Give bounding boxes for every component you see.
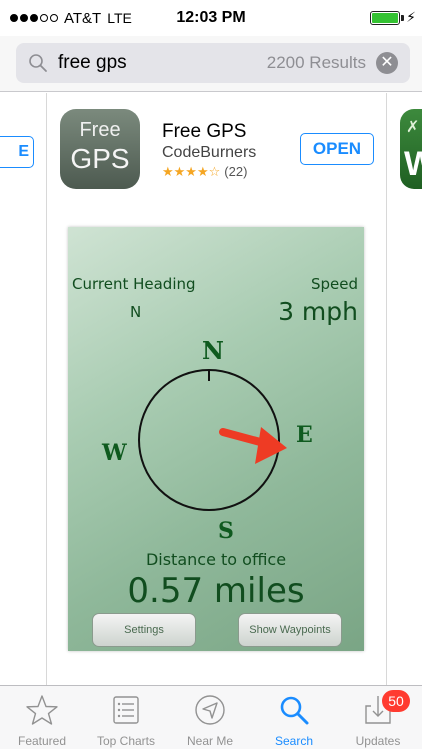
next-app-icon-mark: ✗ bbox=[406, 119, 420, 136]
tab-label: Search bbox=[274, 734, 314, 748]
carrier-name: AT&T bbox=[64, 9, 102, 27]
app-icon-text-top: Free bbox=[79, 119, 121, 141]
tab-label: Updates bbox=[355, 734, 401, 748]
tab-search[interactable]: Search bbox=[252, 686, 336, 749]
next-app-icon[interactable]: ✗ W bbox=[400, 109, 422, 189]
compass-dial: N E W S bbox=[101, 336, 313, 544]
compass-label-w: W bbox=[101, 440, 127, 466]
tab-label: Near Me bbox=[186, 734, 233, 748]
star-icon bbox=[26, 695, 58, 725]
results-count: 2200 Results bbox=[266, 53, 366, 72]
next-app-icon-letter: W bbox=[404, 145, 422, 183]
app-developer[interactable]: CodeBurners bbox=[162, 144, 256, 162]
compass-label-e: E bbox=[296, 422, 313, 448]
tab-label: Top Charts bbox=[96, 734, 156, 748]
app-name[interactable]: Free GPS bbox=[162, 121, 246, 143]
tab-updates[interactable]: 50 Updates bbox=[336, 686, 420, 749]
search-bar: free gps 2200 Results ✕ bbox=[0, 36, 422, 92]
clear-icon[interactable]: ✕ bbox=[376, 52, 398, 74]
list-icon bbox=[113, 696, 139, 724]
current-heading-label: Current Heading bbox=[72, 275, 196, 293]
compass-label-n: N bbox=[202, 336, 224, 365]
search-query-text[interactable]: free gps bbox=[58, 52, 267, 74]
search-field[interactable]: free gps 2200 Results ✕ bbox=[16, 43, 410, 83]
settings-button[interactable]: Settings bbox=[92, 613, 196, 647]
charging-bolt-icon: ⚡ bbox=[406, 9, 416, 25]
rating-count: (22) bbox=[224, 164, 248, 179]
distance-label: Distance to office bbox=[145, 550, 287, 569]
search-icon bbox=[280, 696, 309, 725]
compass-label-s: S bbox=[218, 518, 234, 544]
battery-cap bbox=[401, 15, 404, 21]
status-bar: AT&T LTE 12:03 PM ⚡ bbox=[0, 0, 422, 36]
card-divider bbox=[46, 93, 47, 685]
location-arrow-icon bbox=[195, 695, 225, 725]
speed-value: 3 mph bbox=[278, 297, 358, 326]
signal-strength-icon bbox=[10, 14, 58, 22]
battery-icon bbox=[370, 11, 400, 25]
network-type: LTE bbox=[107, 10, 132, 26]
rating-stars: ★★★★☆ bbox=[162, 164, 221, 179]
app-rating: ★★★★☆ (22) bbox=[162, 164, 247, 180]
distance-value: 0.57 miles bbox=[127, 571, 305, 611]
search-icon bbox=[29, 54, 47, 72]
speed-label: Speed bbox=[310, 275, 358, 293]
tab-featured[interactable]: Featured bbox=[0, 686, 84, 749]
updates-badge: 50 bbox=[382, 690, 410, 712]
tab-top-charts[interactable]: Top Charts bbox=[84, 686, 168, 749]
open-button[interactable]: OPEN bbox=[300, 133, 374, 165]
show-waypoints-button[interactable]: Show Waypoints bbox=[238, 613, 342, 647]
app-screenshot[interactable]: Current Heading N Speed 3 mph N E W S Di… bbox=[68, 227, 364, 651]
tab-label: Featured bbox=[17, 734, 67, 748]
tab-bar: Featured Top Charts Near Me Search 50 Up… bbox=[0, 685, 422, 749]
card-divider bbox=[386, 93, 387, 685]
search-results[interactable]: E Free GPS Free GPS CodeBurners ★★★★☆ (22… bbox=[0, 93, 422, 685]
previous-app-action-button[interactable]: E bbox=[0, 136, 34, 168]
app-icon[interactable]: Free GPS bbox=[60, 109, 140, 189]
tab-near-me[interactable]: Near Me bbox=[168, 686, 252, 749]
current-heading-value: N bbox=[130, 303, 142, 321]
app-icon-text-bottom: GPS bbox=[70, 143, 130, 174]
